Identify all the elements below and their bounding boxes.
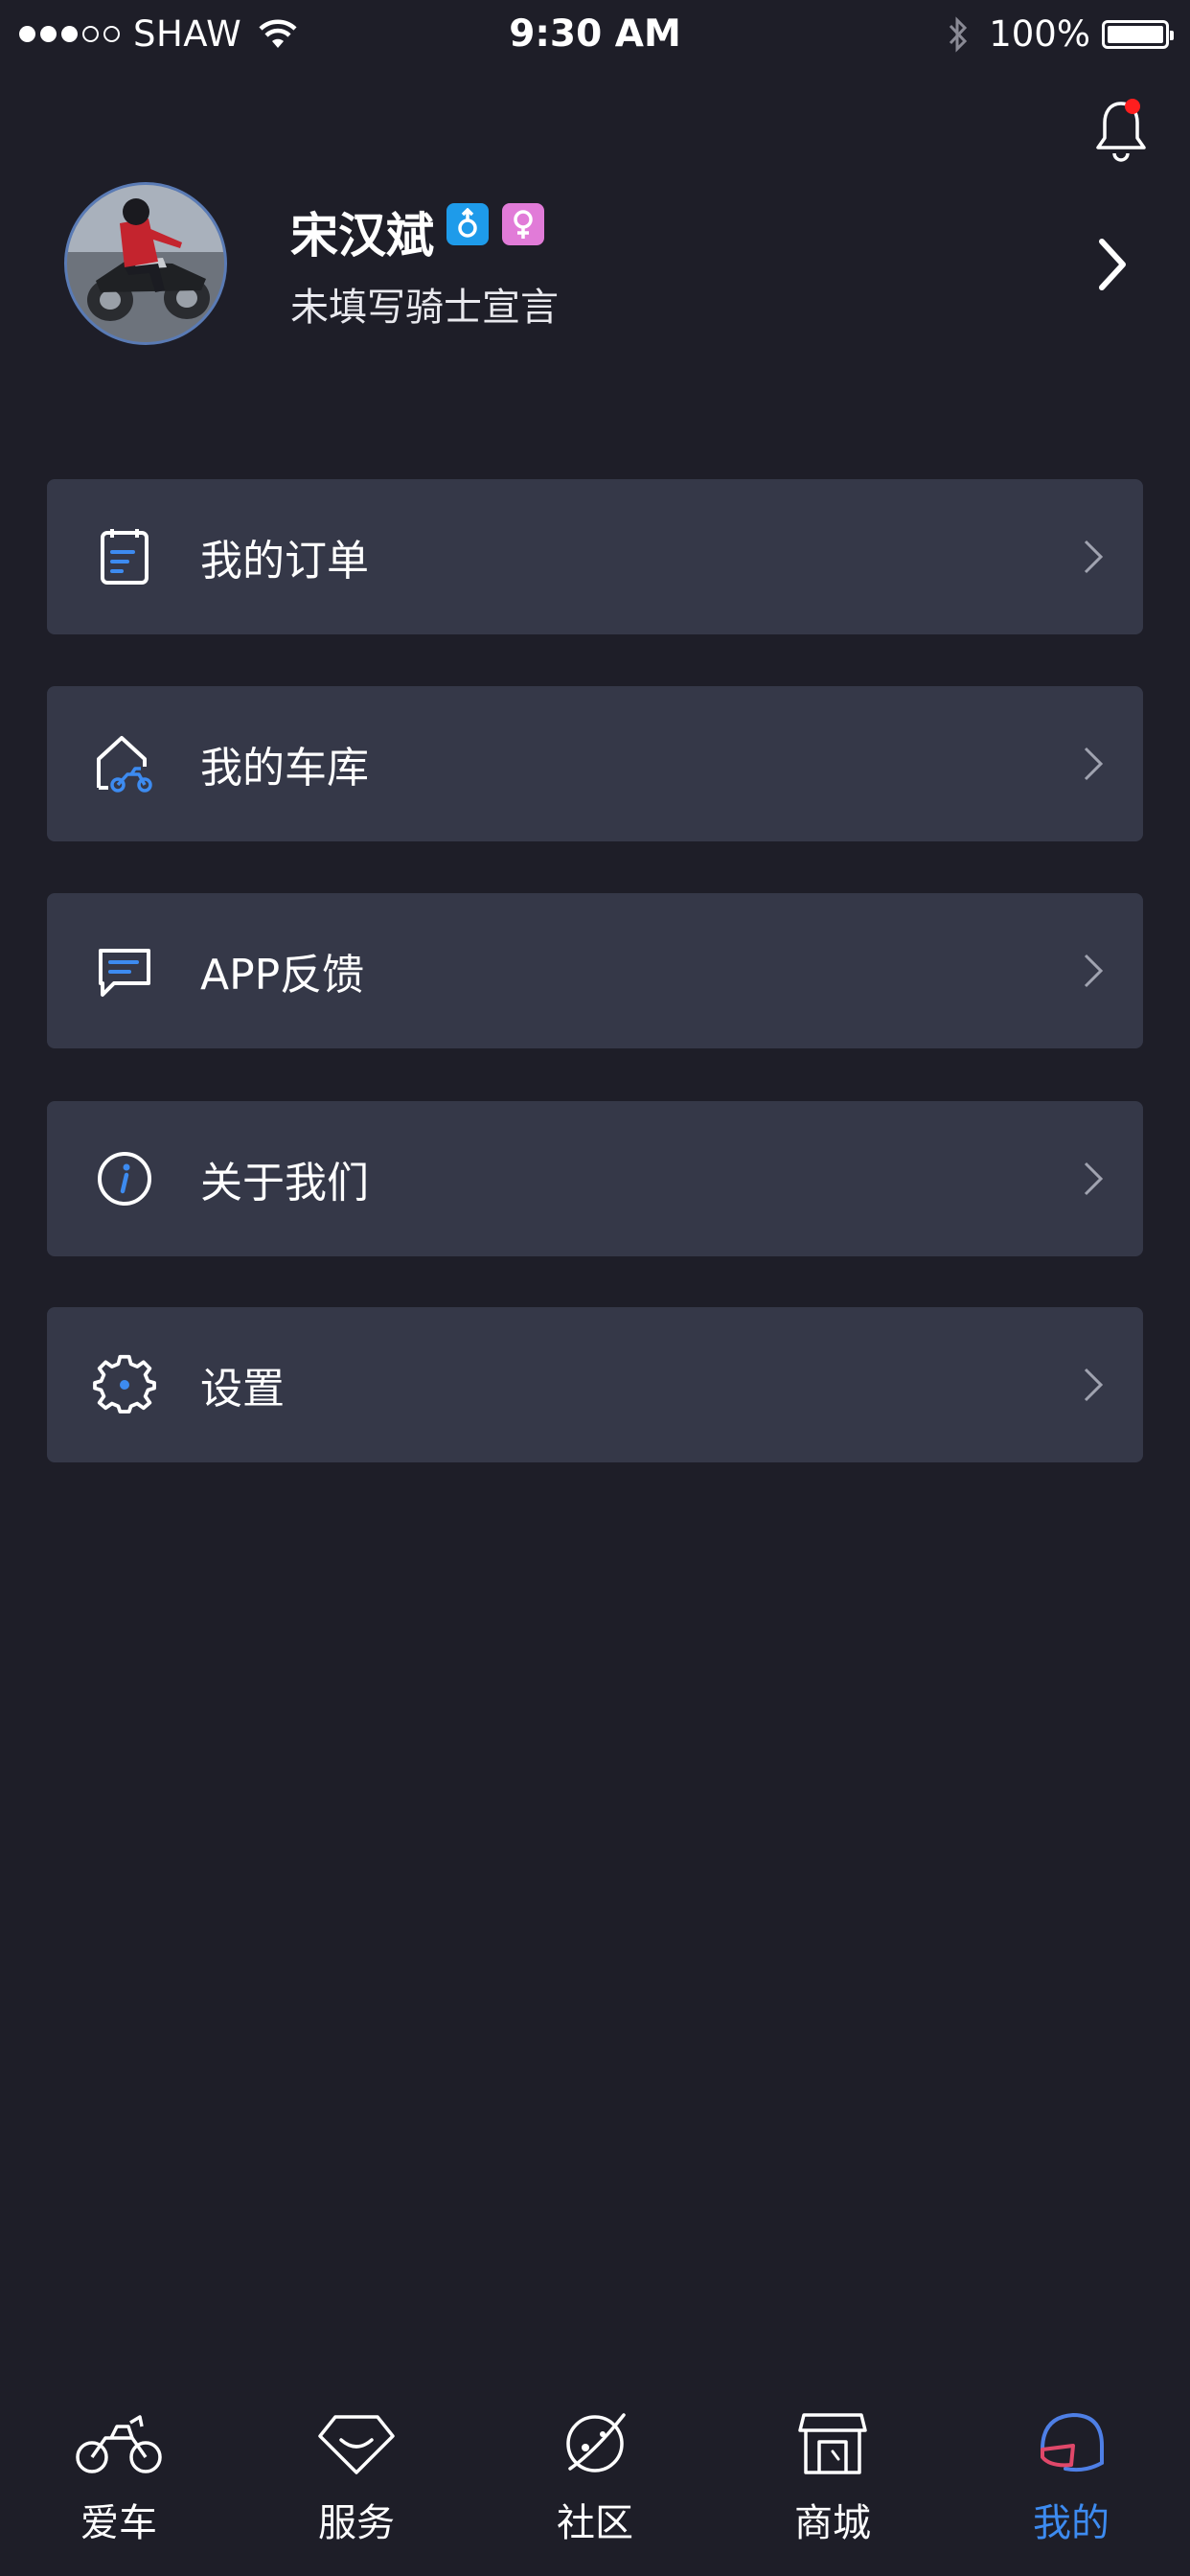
menu-item-label: 我的订单 <box>200 537 369 586</box>
notification-bell-icon[interactable] <box>1092 96 1150 163</box>
gender-badges <box>446 203 544 245</box>
female-icon <box>502 203 544 245</box>
status-bar: SHAW 9:30 AM 100% <box>0 0 1190 77</box>
avatar[interactable] <box>64 182 227 345</box>
menu-item-label: APP反馈 <box>200 951 365 1000</box>
status-right: 100% <box>947 13 1174 55</box>
menu-item-orders[interactable]: 我的订单 <box>47 479 1143 634</box>
garage-icon <box>97 736 152 793</box>
tab-car[interactable]: 爱车 <box>0 2377 238 2576</box>
bluetooth-icon <box>950 15 968 53</box>
motorcycle-icon <box>76 2415 162 2473</box>
store-icon <box>798 2413 867 2474</box>
chevron-right-icon <box>1084 747 1104 781</box>
battery-icon <box>1102 19 1174 49</box>
tab-store[interactable]: 商城 <box>714 2377 951 2576</box>
tab-label: 爱车 <box>80 2501 157 2545</box>
rider-photo <box>67 185 224 342</box>
tab-community[interactable]: 社区 <box>476 2377 714 2576</box>
info-icon <box>98 1152 151 1206</box>
battery-percent: 100% <box>989 13 1090 55</box>
planet-icon <box>566 2413 626 2472</box>
helmet-icon <box>1041 2412 1104 2472</box>
menu-item-label: 我的车库 <box>200 744 369 793</box>
chevron-right-icon <box>1084 954 1104 988</box>
profile-chevron-right-icon[interactable] <box>1092 234 1131 295</box>
menu-item-label: 设置 <box>200 1365 285 1414</box>
tab-label: 我的 <box>1033 2501 1110 2545</box>
menu-item-garage[interactable]: 我的车库 <box>47 686 1143 841</box>
menu-item-label: 关于我们 <box>200 1159 369 1208</box>
profile-name: 宋汉斌 <box>290 208 434 264</box>
tab-label: 商城 <box>794 2501 871 2545</box>
tab-label: 社区 <box>557 2501 633 2545</box>
feedback-icon <box>99 949 150 997</box>
menu-item-feedback[interactable]: APP反馈 <box>47 893 1143 1048</box>
tab-bar: 爱车 服务 社区 商城 我的 <box>0 2377 1190 2576</box>
chevron-right-icon <box>1084 540 1104 574</box>
diamond-icon <box>318 2415 395 2474</box>
settings-icon <box>93 1354 156 1414</box>
menu-item-settings[interactable]: 设置 <box>47 1307 1143 1462</box>
tab-label: 服务 <box>318 2501 395 2545</box>
tab-mine[interactable]: 我的 <box>952 2377 1190 2576</box>
chevron-right-icon <box>1084 1162 1104 1196</box>
profile-screen: SHAW 9:30 AM 100% 宋汉斌 未填写骑士宣言 我的订单 我的车库 … <box>0 0 1190 2576</box>
chevron-right-icon <box>1084 1368 1104 1402</box>
order-icon <box>101 529 149 585</box>
tab-service[interactable]: 服务 <box>238 2377 475 2576</box>
profile-motto: 未填写骑士宣言 <box>290 286 559 330</box>
male-icon <box>446 203 489 245</box>
menu-item-about[interactable]: 关于我们 <box>47 1101 1143 1256</box>
